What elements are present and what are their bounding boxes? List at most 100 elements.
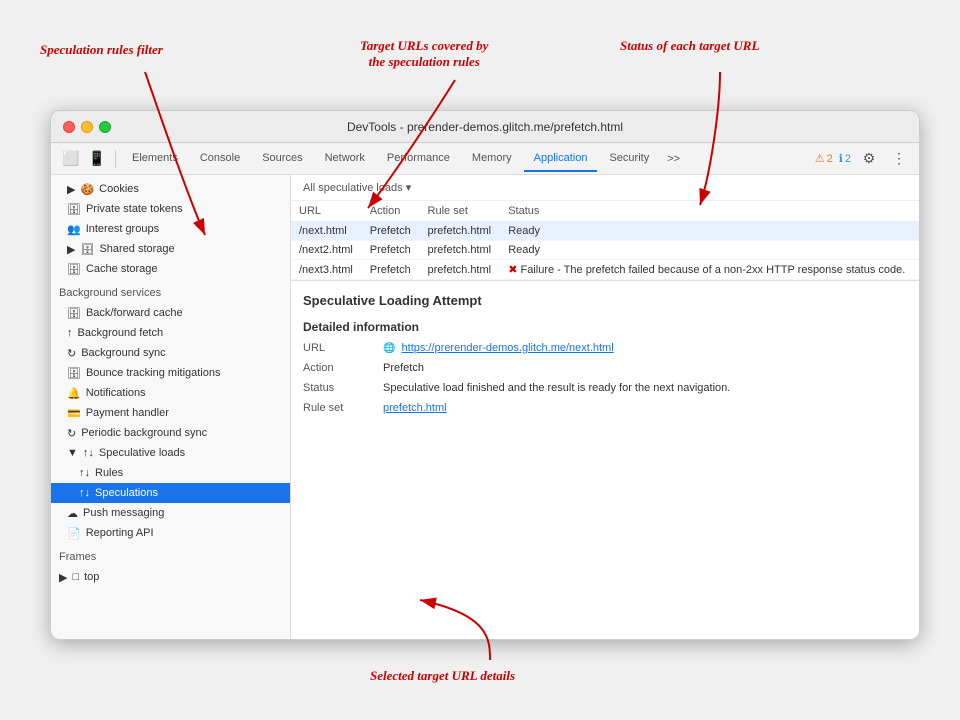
tab-elements[interactable]: Elements	[122, 146, 188, 172]
sidebar-item-reporting-api[interactable]: 📄 Reporting API	[51, 523, 290, 543]
tab-application[interactable]: Application	[524, 146, 598, 172]
tab-security[interactable]: Security	[599, 146, 659, 172]
detail-value-action: Prefetch	[383, 362, 907, 374]
detail-row-status: Status Speculative load finished and the…	[303, 382, 907, 394]
sidebar-item-private-tokens[interactable]: 🗄 Private state tokens	[51, 199, 290, 219]
shared-storage-icon: 🗄	[80, 243, 94, 256]
speculation-header[interactable]: All speculative loads ▾	[291, 175, 919, 201]
bg-services-header: Background services	[51, 283, 290, 303]
sidebar-item-bg-sync[interactable]: ↻ Background sync	[51, 343, 290, 363]
cloud-icon: ☁	[67, 507, 78, 520]
tab-performance[interactable]: Performance	[377, 146, 460, 172]
sidebar-item-cache-storage[interactable]: 🗄 Cache storage	[51, 259, 290, 279]
main-content: All speculative loads ▾ URL Action Rule …	[291, 175, 919, 640]
detail-value-url: 🌐 https://prerender-demos.glitch.me/next…	[383, 342, 907, 354]
notification-icon: 🔔	[67, 387, 81, 400]
devtools-toolbar: ⬜ 📱 Elements Console Sources Network Per…	[51, 143, 919, 175]
frame-arrow-icon: ▶	[59, 571, 67, 584]
title-bar: DevTools - prerender-demos.glitch.me/pre…	[51, 111, 919, 143]
maximize-button[interactable]	[99, 121, 111, 133]
sidebar-item-speculations[interactable]: ↑↓ Speculations	[51, 483, 290, 503]
row3-action: Prefetch	[362, 260, 420, 280]
tab-console[interactable]: Console	[190, 146, 250, 172]
fetch-icon: ↑	[67, 327, 73, 339]
row1-ruleset: prefetch.html	[420, 222, 501, 241]
sidebar-item-back-forward[interactable]: 🗄 Back/forward cache	[51, 303, 290, 323]
detail-section-title: Detailed information	[303, 320, 907, 334]
traffic-lights	[63, 121, 111, 133]
table-row[interactable]: /next2.html Prefetch prefetch.html Ready	[291, 241, 919, 260]
group-icon: 👥	[67, 223, 81, 236]
sidebar-item-speculative-loads[interactable]: ▼ ↑↓ Speculative loads	[51, 443, 290, 463]
detail-value-status: Speculative load finished and the result…	[383, 382, 907, 394]
settings-icon[interactable]: ⚙	[857, 147, 881, 171]
browser-window: DevTools - prerender-demos.glitch.me/pre…	[50, 110, 920, 640]
sidebar-item-payment-handler[interactable]: 💳 Payment handler	[51, 403, 290, 423]
arrow-icon: ▶	[67, 183, 75, 196]
annotation-target-urls: Target URLs covered bythe speculation ru…	[360, 38, 488, 70]
frames-header: Frames	[51, 547, 290, 567]
table-row[interactable]: /next3.html Prefetch prefetch.html ✖ Fai…	[291, 260, 919, 280]
rules-icon: ↑↓	[79, 467, 90, 479]
row3-url: /next3.html	[291, 260, 362, 280]
bf-cache-icon: 🗄	[67, 307, 81, 320]
detail-label-status: Status	[303, 382, 383, 394]
col-ruleset: Rule set	[420, 201, 501, 222]
sidebar-item-shared-storage[interactable]: ▶ 🗄 Shared storage	[51, 239, 290, 259]
row2-action: Prefetch	[362, 241, 420, 260]
more-options-icon[interactable]: ⋮	[887, 147, 911, 171]
periodic-icon: ↻	[67, 427, 76, 440]
warn-badge: ⚠ 2	[815, 152, 833, 165]
cache-icon: 🗄	[67, 263, 81, 276]
device-icon[interactable]: 📱	[85, 147, 109, 171]
sidebar-item-cookies[interactable]: ▶ 🍪 Cookies	[51, 179, 290, 199]
detail-label-action: Action	[303, 362, 383, 374]
row3-status: ✖ Failure - The prefetch failed because …	[500, 260, 919, 280]
sidebar-item-push-messaging[interactable]: ☁ Push messaging	[51, 503, 290, 523]
sync-icon: ↻	[67, 347, 76, 360]
detail-row-url: URL 🌐 https://prerender-demos.glitch.me/…	[303, 342, 907, 354]
tab-more[interactable]: >>	[661, 149, 686, 169]
speculative-icon: ↑↓	[83, 447, 94, 459]
row1-url: /next.html	[291, 222, 362, 241]
annotation-status-each-url: Status of each target URL	[620, 38, 759, 54]
annotation-speculation-filter: Speculation rules filter	[40, 42, 163, 58]
ruleset-link[interactable]: prefetch.html	[383, 402, 447, 414]
detail-label-ruleset: Rule set	[303, 402, 383, 414]
col-action: Action	[362, 201, 420, 222]
sidebar-item-bounce-tracking[interactable]: 🗄 Bounce tracking mitigations	[51, 363, 290, 383]
row1-status: Ready	[500, 222, 919, 241]
speculations-icon: ↑↓	[79, 487, 90, 499]
row2-ruleset: prefetch.html	[420, 241, 501, 260]
table-row[interactable]: /next.html Prefetch prefetch.html Ready	[291, 222, 919, 241]
minimize-button[interactable]	[81, 121, 93, 133]
sidebar: ▶ 🍪 Cookies 🗄 Private state tokens 👥 Int…	[51, 175, 291, 640]
close-button[interactable]	[63, 121, 75, 133]
sidebar-item-bg-fetch[interactable]: ↑ Background fetch	[51, 323, 290, 343]
db-icon: 🗄	[67, 203, 81, 216]
tab-memory[interactable]: Memory	[462, 146, 522, 172]
sidebar-item-notifications[interactable]: 🔔 Notifications	[51, 383, 290, 403]
frame-icon: □	[72, 571, 79, 583]
sidebar-item-periodic-bg-sync[interactable]: ↻ Periodic background sync	[51, 423, 290, 443]
sidebar-item-interest-groups[interactable]: 👥 Interest groups	[51, 219, 290, 239]
annotation-selected-details: Selected target URL details	[370, 668, 515, 684]
toolbar-separator-1	[115, 150, 116, 168]
inspect-icon[interactable]: ⬜	[59, 147, 83, 171]
url-link[interactable]: https://prerender-demos.glitch.me/next.h…	[402, 342, 614, 354]
detail-title: Speculative Loading Attempt	[303, 293, 907, 308]
row2-status: Ready	[500, 241, 919, 260]
col-url: URL	[291, 201, 362, 222]
globe-icon: 🌐	[383, 343, 395, 354]
arrow-down-icon: ▼	[67, 447, 78, 459]
sidebar-item-rules[interactable]: ↑↓ Rules	[51, 463, 290, 483]
tab-sources[interactable]: Sources	[252, 146, 312, 172]
tab-network[interactable]: Network	[315, 146, 375, 172]
devtools-body: ▶ 🍪 Cookies 🗄 Private state tokens 👥 Int…	[51, 175, 919, 640]
report-icon: 📄	[67, 527, 81, 540]
row3-ruleset: prefetch.html	[420, 260, 501, 280]
error-icon: ✖	[508, 264, 517, 276]
row2-url: /next2.html	[291, 241, 362, 260]
row1-action: Prefetch	[362, 222, 420, 241]
sidebar-item-top[interactable]: ▶ □ top	[51, 567, 290, 587]
